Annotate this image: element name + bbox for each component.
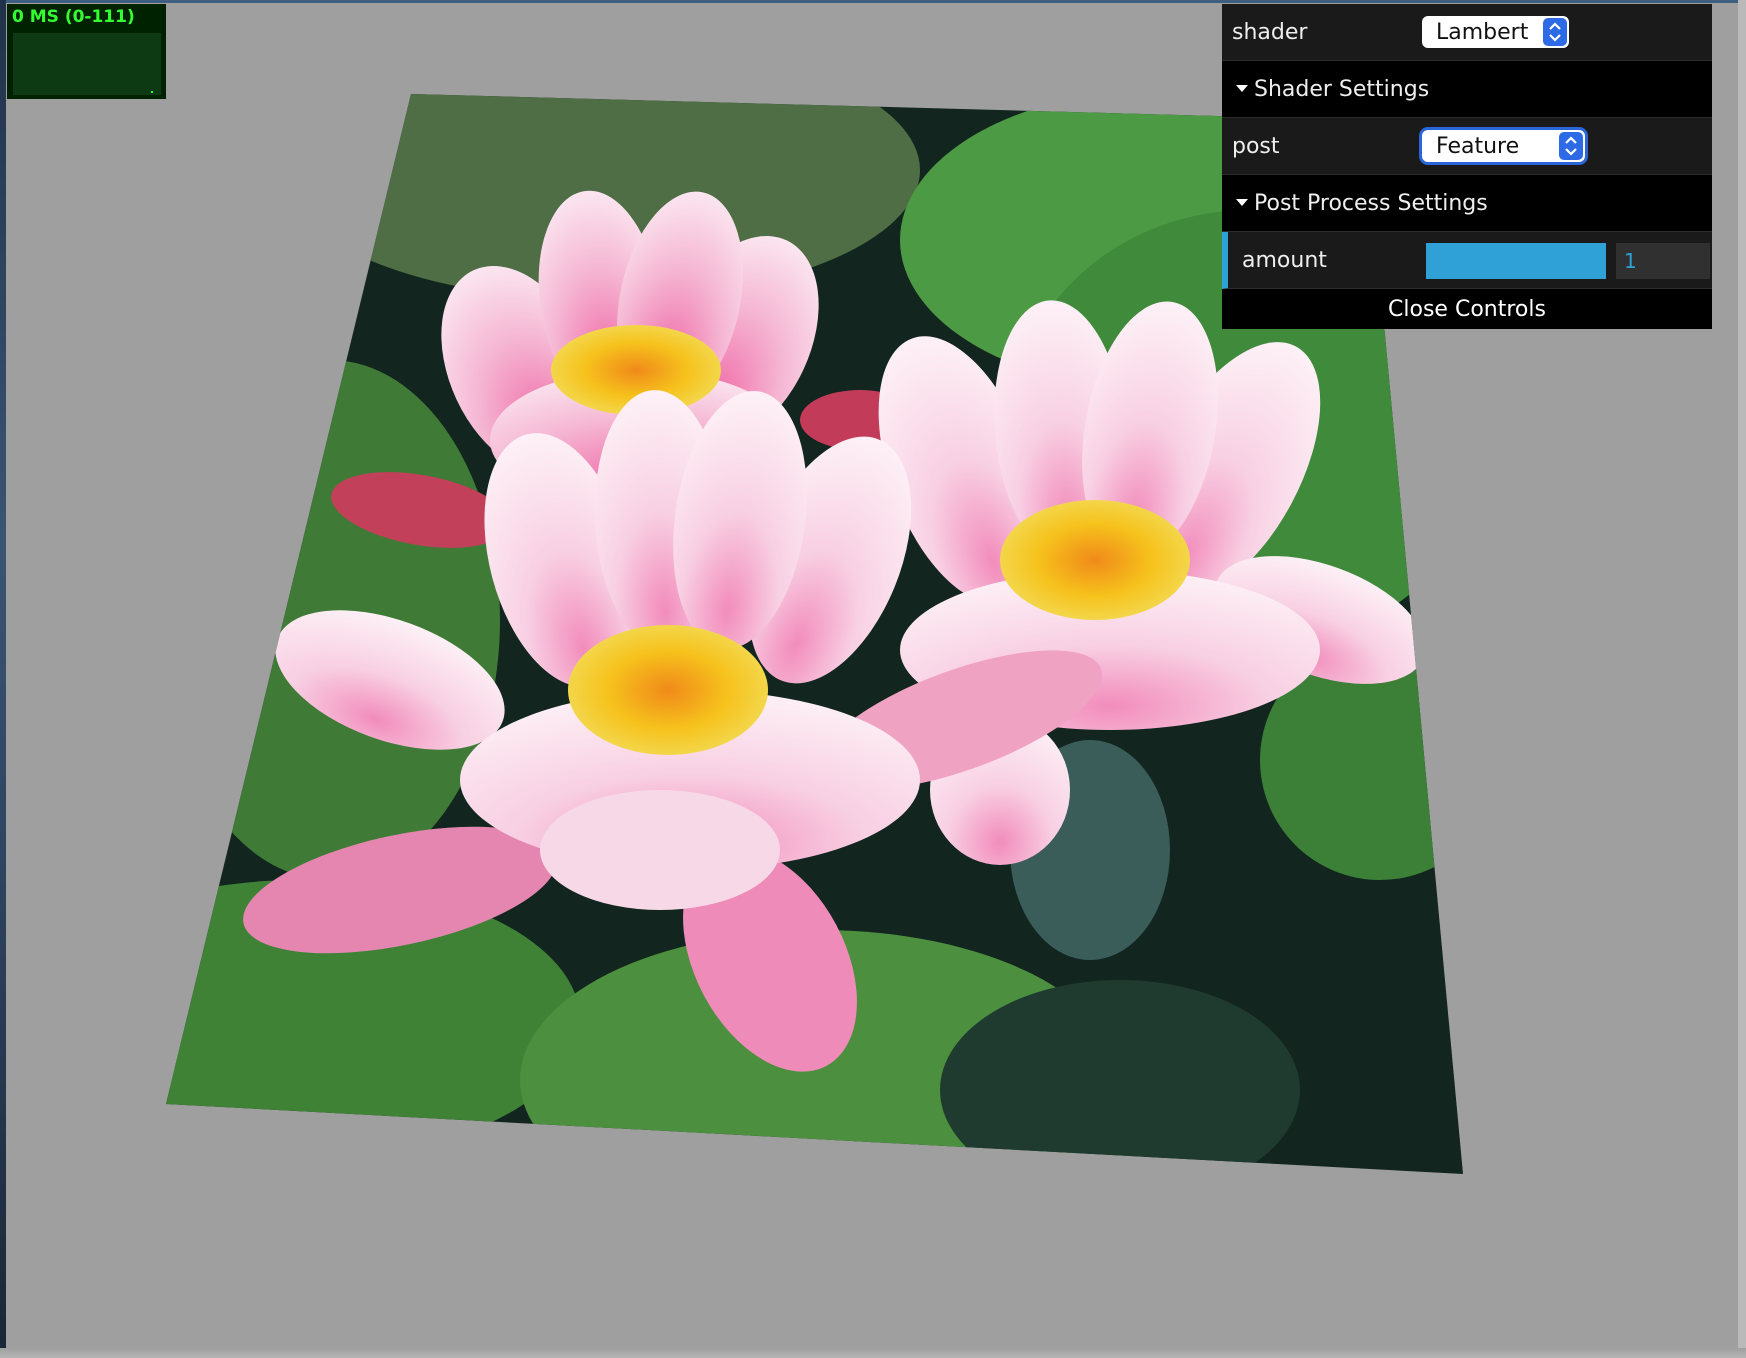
close-controls-button[interactable]: Close Controls [1222, 289, 1712, 329]
controls-panel: shader Lambert Shader Settings post Feat… [1222, 4, 1712, 329]
caret-down-icon [1236, 85, 1248, 92]
select-arrows-icon [1559, 132, 1583, 160]
post-select-value: Feature [1436, 133, 1520, 159]
amount-number-input[interactable]: 1 [1616, 243, 1710, 279]
stats-graph-bar [151, 91, 153, 93]
post-label: post [1232, 133, 1280, 159]
stats-readout: 0 MS (0-111) [12, 7, 135, 27]
shader-select[interactable]: Lambert [1422, 16, 1569, 48]
shader-settings-title: Shader Settings [1254, 76, 1430, 102]
post-process-settings-folder[interactable]: Post Process Settings [1222, 175, 1712, 232]
select-arrows-icon [1543, 18, 1567, 46]
fps-stats-panel[interactable]: 0 MS (0-111) [7, 4, 166, 99]
post-control-row: post Feature [1222, 118, 1712, 175]
caret-down-icon [1236, 199, 1248, 206]
shader-label: shader [1232, 19, 1308, 45]
post-process-settings-title: Post Process Settings [1254, 190, 1488, 216]
post-select[interactable]: Feature [1422, 130, 1585, 162]
amount-slider[interactable] [1426, 243, 1606, 279]
stats-graph [13, 33, 161, 95]
shader-select-value: Lambert [1436, 19, 1529, 45]
amount-control-row: amount 1 [1222, 232, 1712, 289]
shader-settings-folder[interactable]: Shader Settings [1222, 61, 1712, 118]
shader-control-row: shader Lambert [1222, 4, 1712, 61]
amount-slider-fill [1426, 243, 1606, 279]
amount-label: amount [1242, 247, 1327, 273]
